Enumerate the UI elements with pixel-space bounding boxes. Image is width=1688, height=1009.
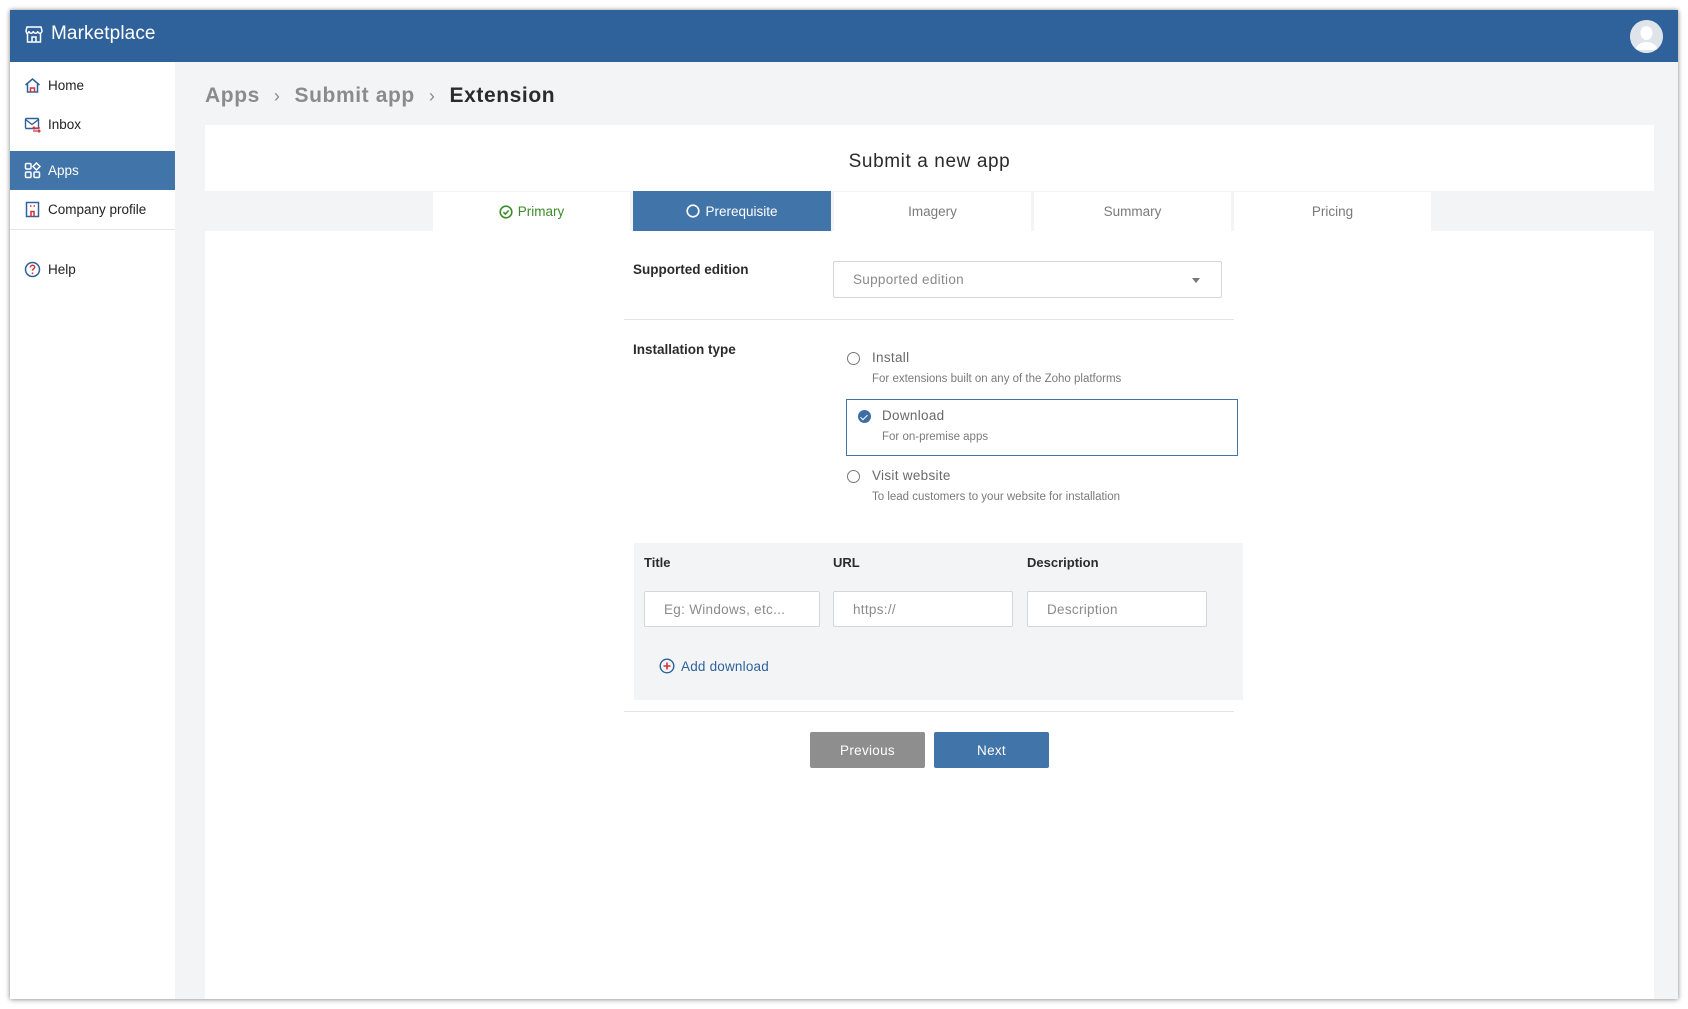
sidebar-item-help[interactable]: Help [10, 250, 175, 289]
radio-option-description: To lead customers to your website for in… [872, 491, 1121, 503]
column-label-description: Description [1027, 555, 1099, 570]
breadcrumb-extension: Extension [449, 84, 556, 107]
home-icon [25, 78, 40, 93]
breadcrumb-submit-app[interactable]: Submit app [295, 84, 415, 108]
radio-option-visit-website[interactable]: Visit website To lead customers to your … [846, 464, 1238, 514]
storefront-icon [25, 26, 43, 43]
tab-label: Summary [1103, 204, 1162, 219]
sidebar-item-inbox[interactable]: Inbox [10, 105, 175, 144]
sidebar-item-label: Help [48, 262, 76, 277]
step-tabs: Primary Prerequisite Imagery Summary Pri… [433, 191, 1434, 231]
download-description-input[interactable] [1027, 591, 1207, 627]
breadcrumb-separator: › [428, 85, 436, 106]
radio-button[interactable] [847, 470, 860, 483]
app-window: Marketplace Home Inbox Apps Company prof… [10, 10, 1678, 999]
breadcrumb-apps[interactable]: Apps [205, 84, 260, 108]
tab-primary[interactable]: Primary [433, 192, 630, 231]
add-circle-icon [659, 658, 675, 674]
column-label-url: URL [833, 555, 860, 570]
page-title: Submit a new app [848, 151, 1011, 172]
supported-edition-select[interactable]: Supported edition [833, 261, 1222, 298]
top-bar: Marketplace [10, 10, 1678, 62]
sidebar: Home Inbox Apps Company profile Help [10, 62, 175, 999]
radio-option-description: For on-premise apps [882, 431, 989, 443]
tab-summary[interactable]: Summary [1034, 192, 1231, 231]
radio-option-title: Install [872, 350, 910, 365]
user-avatar[interactable] [1630, 20, 1663, 53]
previous-button[interactable]: Previous [810, 732, 925, 768]
add-download-button[interactable]: Add download [659, 658, 769, 674]
supported-edition-placeholder: Supported edition [853, 272, 964, 287]
radio-button-checked[interactable] [858, 410, 871, 423]
breadcrumb-separator: › [273, 85, 281, 106]
user-avatar-icon [1630, 20, 1663, 53]
radio-option-download[interactable]: Download For on-premise apps [846, 399, 1238, 456]
check-circle-icon [499, 204, 513, 219]
app-title: Marketplace [51, 23, 156, 44]
chevron-down-icon [1192, 278, 1200, 283]
sidebar-item-label: Company profile [48, 202, 147, 217]
tab-label: Prerequisite [705, 203, 778, 219]
tab-prerequisite[interactable]: Prerequisite [633, 191, 831, 231]
supported-edition-label: Supported edition [633, 262, 749, 277]
inbox-icon [24, 117, 41, 133]
tab-label: Imagery [908, 204, 957, 219]
sidebar-item-home[interactable]: Home [10, 66, 175, 105]
apps-grid-icon [24, 162, 41, 179]
sidebar-divider [10, 229, 175, 230]
radio-option-title: Visit website [872, 468, 951, 483]
download-url-input[interactable] [833, 591, 1013, 627]
breadcrumb: Apps › Submit app › Extension [205, 84, 555, 108]
help-circle-icon [24, 261, 41, 278]
column-label-title: Title [644, 555, 671, 570]
sidebar-item-apps[interactable]: Apps [10, 151, 175, 190]
tab-label: Pricing [1311, 204, 1354, 219]
footer-divider [624, 711, 1234, 712]
title-card: Submit a new app [205, 125, 1654, 191]
tab-pricing[interactable]: Pricing [1234, 192, 1431, 231]
add-download-label: Add download [681, 658, 769, 674]
radio-option-install[interactable]: Install For extensions built on any of t… [846, 346, 1238, 396]
radio-option-description: For extensions built on any of the Zoho … [872, 373, 1122, 385]
tab-imagery[interactable]: Imagery [834, 192, 1031, 231]
radio-option-title: Download [882, 408, 945, 423]
installation-type-label: Installation type [633, 342, 736, 357]
sidebar-item-label: Apps [48, 163, 79, 178]
sidebar-item-label: Home [48, 78, 85, 93]
section-divider [624, 319, 1234, 320]
sidebar-item-label: Inbox [48, 117, 82, 132]
brand[interactable]: Marketplace [24, 23, 156, 45]
building-icon [25, 201, 40, 218]
sidebar-item-company-profile[interactable]: Company profile [10, 190, 175, 229]
next-button[interactable]: Next [934, 732, 1049, 768]
tab-label: Primary [517, 204, 565, 219]
download-title-input[interactable] [644, 591, 820, 627]
circle-outline-icon [686, 204, 701, 218]
radio-button[interactable] [847, 352, 860, 365]
